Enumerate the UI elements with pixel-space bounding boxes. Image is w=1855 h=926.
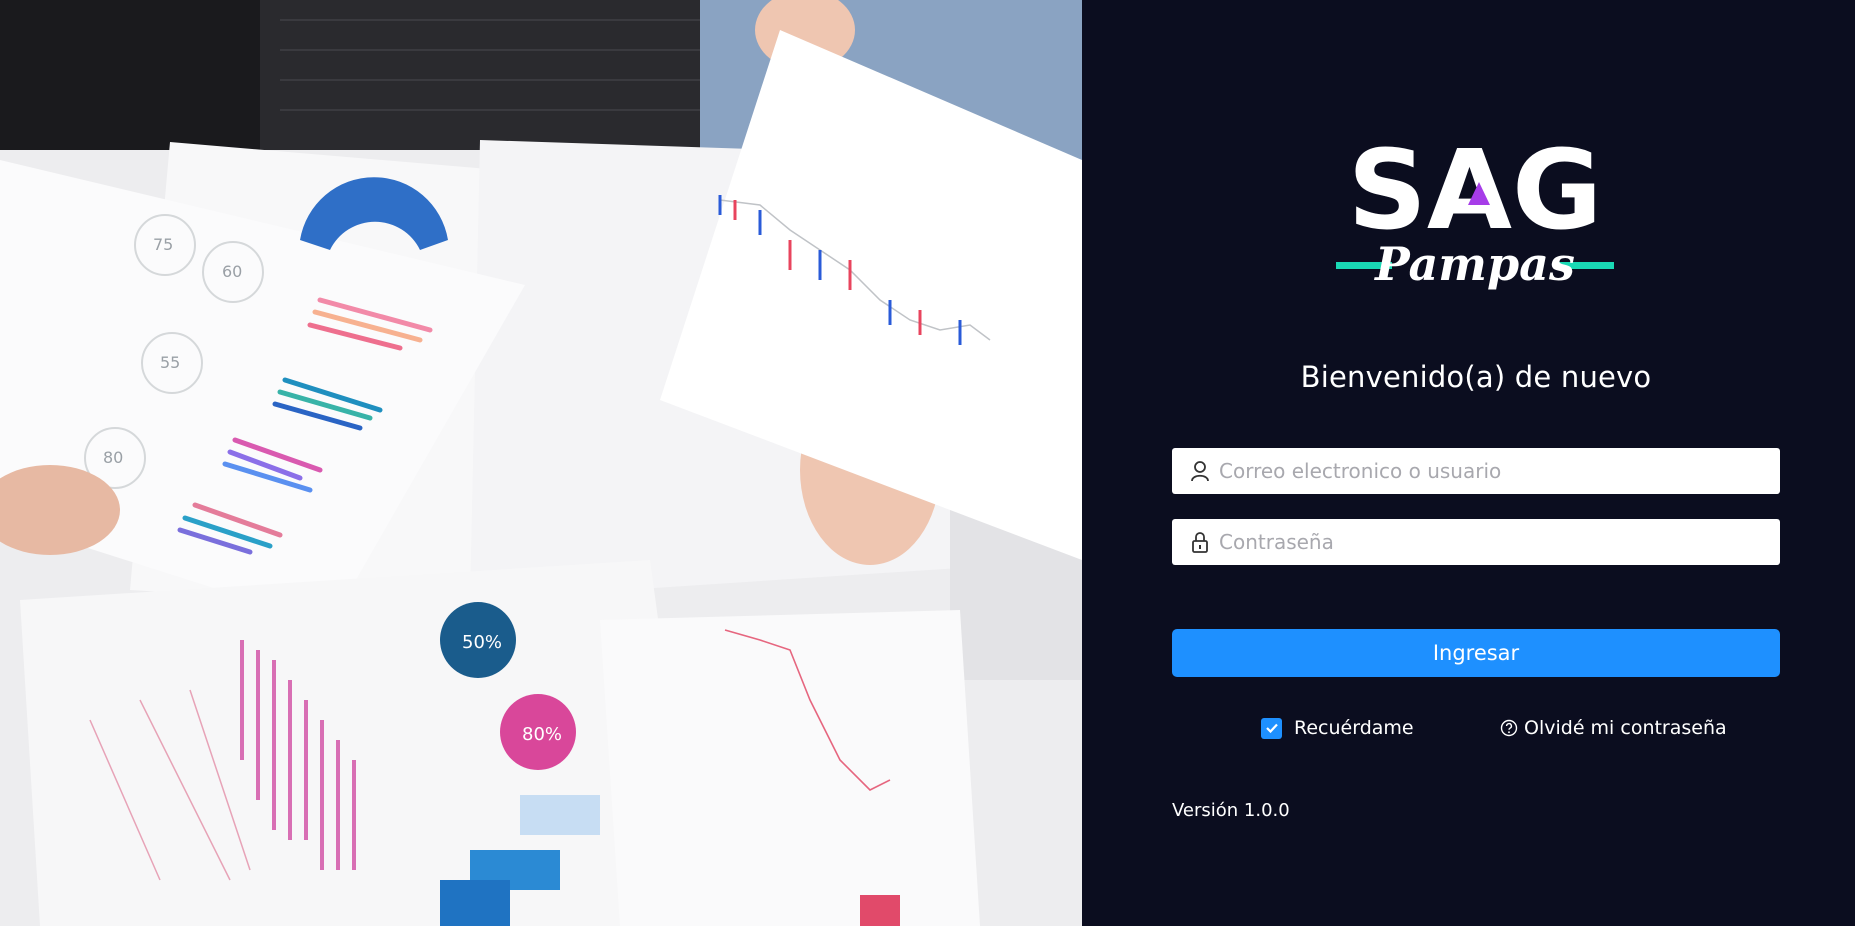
logo-graphic: SAG Pampas [1336, 126, 1614, 291]
hero-photo: 75 60 55 80 50% 80% [0, 0, 1082, 926]
question-circle-icon [1500, 719, 1518, 737]
lock-icon [1190, 531, 1210, 553]
gauge-label: 55 [160, 353, 180, 372]
user-icon [1190, 460, 1210, 482]
gauge-label: 80 [103, 448, 123, 467]
sag-pampas-logo: SAG Pampas [1330, 126, 1620, 300]
forgot-password-label: Olvidé mi contraseña [1524, 717, 1727, 739]
hero-image: 75 60 55 80 50% 80% [0, 0, 1082, 926]
welcome-heading: Bienvenido(a) de nuevo [1300, 360, 1652, 394]
username-field[interactable] [1172, 448, 1780, 494]
gauge-label: 60 [222, 262, 242, 281]
check-icon [1265, 723, 1278, 734]
password-input[interactable] [1219, 522, 1780, 562]
gauge-label: 50% [462, 632, 502, 653]
logo-sub-text: Pampas [1373, 237, 1575, 291]
version-text: Versión 1.0.0 [1172, 800, 1290, 821]
remember-label: Recuérdame [1294, 717, 1414, 739]
forgot-password-link[interactable]: Olvidé mi contraseña [1500, 716, 1727, 740]
gauge-label: 80% [522, 724, 562, 745]
remember-me[interactable]: Recuérdame [1261, 716, 1414, 740]
gauge-label: 75 [153, 235, 173, 254]
remember-checkbox[interactable] [1261, 717, 1282, 739]
username-input[interactable] [1219, 451, 1780, 491]
login-button[interactable]: Ingresar [1172, 629, 1780, 677]
password-field[interactable] [1172, 519, 1780, 565]
